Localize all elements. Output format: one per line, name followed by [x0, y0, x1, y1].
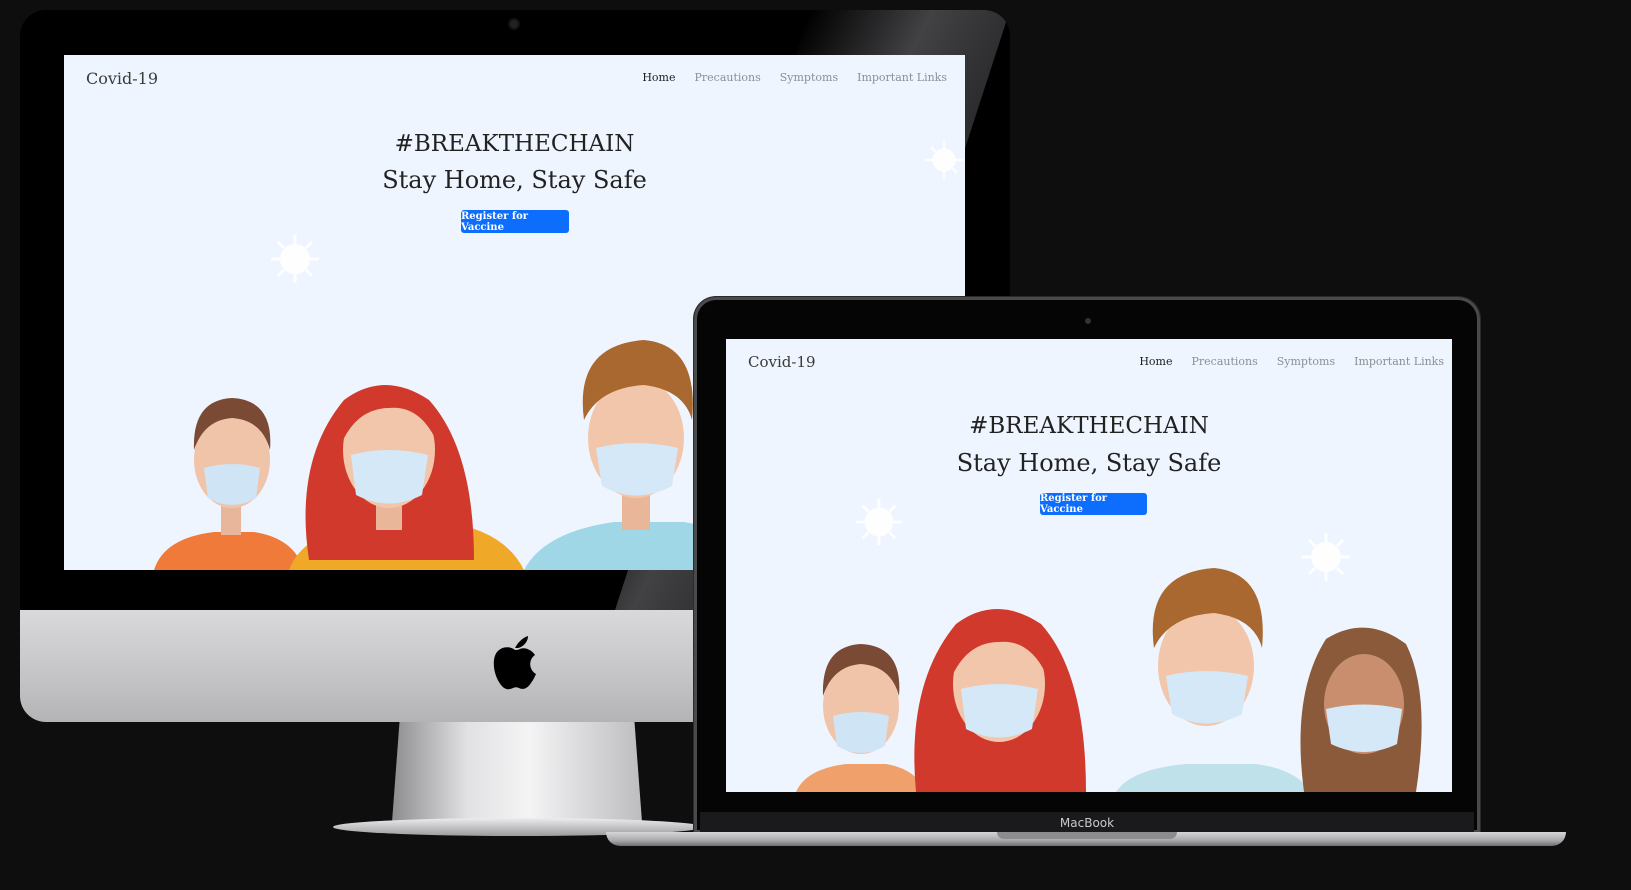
- hero-subheadline: Stay Home, Stay Safe: [382, 166, 647, 194]
- macbook-bottom-bezel: MacBook: [700, 812, 1474, 834]
- imac-stand-neck: [392, 722, 642, 822]
- person-man: [1116, 568, 1311, 792]
- nav-link-precautions[interactable]: Precautions: [1191, 355, 1257, 368]
- virus-icon: [925, 141, 963, 179]
- register-vaccine-button[interactable]: Register for Vaccine: [461, 210, 569, 233]
- apple-logo-icon: [493, 636, 536, 690]
- hero-headline: #BREAKTHECHAIN: [394, 131, 635, 157]
- nav-link-symptoms[interactable]: Symptoms: [1277, 355, 1335, 368]
- hero-subheadline: Stay Home, Stay Safe: [956, 449, 1222, 477]
- nav-link-important-links[interactable]: Important Links: [1354, 355, 1444, 368]
- masked-people-illustration: [154, 340, 764, 570]
- navbar-brand[interactable]: Covid-19: [86, 69, 158, 88]
- nav-link-symptoms[interactable]: Symptoms: [780, 71, 838, 84]
- macbook-camera: [1085, 318, 1091, 324]
- macbook-notch: [997, 832, 1177, 839]
- nav-link-home[interactable]: Home: [1139, 355, 1172, 368]
- register-vaccine-button[interactable]: Register for Vaccine: [1040, 493, 1147, 515]
- hero-headline: #BREAKTHECHAIN: [969, 413, 1209, 439]
- nav-link-precautions[interactable]: Precautions: [694, 71, 760, 84]
- nav-link-important-links[interactable]: Important Links: [857, 71, 947, 84]
- nav-link-home[interactable]: Home: [642, 71, 675, 84]
- person-boy: [154, 398, 304, 570]
- masked-people-illustration: [796, 568, 1422, 792]
- navbar-links: Home Precautions Symptoms Important Link…: [1139, 355, 1444, 368]
- person-boy: [796, 644, 926, 792]
- person-woman-red-hair: [914, 609, 1086, 792]
- imac-camera: [510, 20, 518, 28]
- person-woman-brown-hair: [1300, 627, 1422, 792]
- navbar-brand[interactable]: Covid-19: [748, 353, 816, 371]
- virus-icon: [855, 498, 903, 546]
- laptop-screen: Covid-19 Home Precautions Symptoms Impor…: [726, 339, 1452, 792]
- virus-icon: [271, 235, 319, 283]
- person-woman-red-hair: [289, 385, 524, 570]
- navbar-links: Home Precautions Symptoms Important Link…: [642, 71, 947, 84]
